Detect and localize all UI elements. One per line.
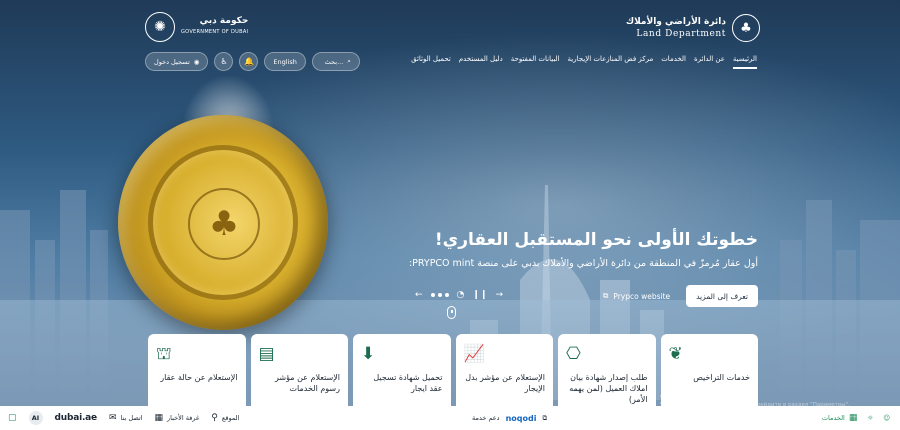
property-status-icon: ⛫ bbox=[156, 344, 172, 364]
smile-icon[interactable]: ☺ bbox=[883, 414, 890, 422]
newsroom-link[interactable]: ▦ غرفة الأخبار bbox=[155, 413, 200, 423]
carousel-dot[interactable] bbox=[444, 293, 449, 297]
login-button[interactable]: تسجيل دخول ◉ bbox=[145, 52, 209, 71]
location-pin-icon: ⚲ bbox=[211, 413, 218, 423]
nav-item-downloads[interactable]: تحميل الوثائق bbox=[411, 55, 451, 66]
arrow-left-icon[interactable]: ← bbox=[415, 290, 423, 300]
services-link[interactable]: الخدمات ▦ bbox=[822, 413, 858, 423]
chat-button[interactable]: ▢ bbox=[8, 413, 17, 423]
palm-icon: ♣ bbox=[188, 188, 260, 260]
dubai-ae-link[interactable]: dubai.ae bbox=[55, 413, 98, 423]
hero-subtitle: أول عقار مُرمزّ في المنطقة من دائرة الأر… bbox=[408, 258, 758, 269]
hero-coin-image: ♣ bbox=[118, 70, 332, 340]
noqodi-link[interactable]: noqodi bbox=[506, 414, 537, 423]
language-button[interactable]: English bbox=[264, 52, 306, 71]
license-icon: ❦ bbox=[668, 344, 683, 364]
accessibility-icon: ♿ bbox=[220, 57, 228, 66]
newspaper-icon: ▦ bbox=[154, 413, 164, 423]
carousel-controls: ← ◔ ❙❙ → bbox=[415, 290, 503, 300]
grid-icon: ▦ bbox=[848, 413, 858, 423]
chat-icon: ▢ bbox=[8, 413, 17, 423]
main-navigation: الرئيسية عن الدائرة الخدمات مركز فض المن… bbox=[411, 55, 758, 69]
notifications-button[interactable]: 🔔 bbox=[239, 52, 259, 71]
nav-item-home[interactable]: الرئيسية bbox=[732, 55, 758, 69]
contact-us-link[interactable]: ✉ اتصل بنا bbox=[109, 413, 143, 423]
carousel-dot[interactable] bbox=[437, 293, 442, 297]
header: ✺ حكومة دبي GOVERNMENT OF DUBAI دائرة ال… bbox=[0, 0, 900, 80]
service-card-rental-index[interactable]: 📈 الإستعلام عن مؤشر بدل الإيجار bbox=[455, 334, 553, 406]
emblem-icon: ✺ bbox=[145, 12, 175, 42]
scroll-down-indicator[interactable] bbox=[447, 306, 456, 319]
nav-item-services[interactable]: الخدمات bbox=[661, 55, 686, 66]
learn-more-button[interactable]: تعرف إلى المزيد bbox=[686, 285, 758, 307]
hero-actions: ⧉ Prypco website تعرف إلى المزيد bbox=[603, 285, 758, 307]
mail-icon: ✉ bbox=[108, 413, 117, 423]
certificate-icon: ⎔ bbox=[566, 344, 581, 364]
arrow-right-icon[interactable]: → bbox=[496, 290, 504, 300]
palm-icon: ♣ bbox=[732, 14, 760, 42]
service-card-property-status[interactable]: ⛫ الإستعلام عن حالة عقار bbox=[148, 334, 246, 406]
location-link[interactable]: ⚲ الموقع bbox=[211, 413, 239, 423]
carousel-dots bbox=[430, 293, 449, 297]
download-document-icon: ⬇ bbox=[361, 344, 376, 364]
government-of-dubai-logo[interactable]: ✺ حكومة دبي GOVERNMENT OF DUBAI bbox=[145, 12, 248, 42]
chart-icon: 📈 bbox=[463, 344, 485, 364]
pause-bars-icon[interactable]: ❙❙ bbox=[472, 290, 487, 300]
search-icon: ⌕ bbox=[347, 57, 351, 65]
service-card-ejari-certificate[interactable]: ⬇ تحميل شهادة تسجيل عقد ايجار bbox=[353, 334, 451, 406]
service-card-ownership-certificate[interactable]: ⎔ طلب إصدار شهادة بيان املاك العميل (لمن… bbox=[558, 334, 656, 406]
user-icon: ◉ bbox=[193, 57, 200, 66]
nav-item-rental-disputes[interactable]: مركز فض المنازعات الإيجارية bbox=[568, 55, 654, 66]
bell-icon: 🔔 bbox=[243, 57, 254, 66]
nav-item-user-guide[interactable]: دليل المستخدم bbox=[459, 55, 503, 66]
accessibility-button[interactable]: ♿ bbox=[214, 52, 234, 71]
external-link-icon: ⧉ bbox=[602, 291, 609, 300]
search-input[interactable]: بحث... ⌕ bbox=[311, 52, 360, 71]
hero-title: خطوتك الأولى نحو المستقبل العقاري! bbox=[434, 230, 758, 250]
utility-bar: تسجيل دخول ◉ ♿ 🔔 English بحث... ⌕ bbox=[145, 52, 360, 71]
carousel-dot[interactable] bbox=[430, 293, 435, 297]
happiness-meter-icon[interactable]: ☼ bbox=[867, 414, 873, 422]
document-icon: ▤ bbox=[258, 344, 275, 364]
nav-item-about[interactable]: عن الدائرة bbox=[694, 55, 725, 66]
pause-icon[interactable]: ◔ bbox=[457, 290, 465, 300]
ai-assistant-button[interactable]: AI bbox=[28, 411, 43, 425]
service-support-label: دعم خدمة bbox=[472, 414, 500, 422]
nav-item-open-data[interactable]: البيانات المفتوحة bbox=[511, 55, 560, 66]
prypco-website-link[interactable]: ⧉ Prypco website bbox=[603, 291, 670, 301]
external-link-icon: ⧉ bbox=[542, 413, 548, 422]
land-department-logo[interactable]: دائرة الأراضي والأملاك Land Department ♣ bbox=[626, 14, 760, 42]
service-card-service-charge-index[interactable]: ▤ الإستعلام عن مؤشر رسوم الخدمات bbox=[250, 334, 348, 406]
hero-text: خطوتك الأولى نحو المستقبل العقاري! أول ع… bbox=[409, 230, 758, 269]
footer-bar: ▢ AI dubai.ae ✉ اتصل بنا ▦ غرفة الأخبار … bbox=[0, 406, 900, 430]
